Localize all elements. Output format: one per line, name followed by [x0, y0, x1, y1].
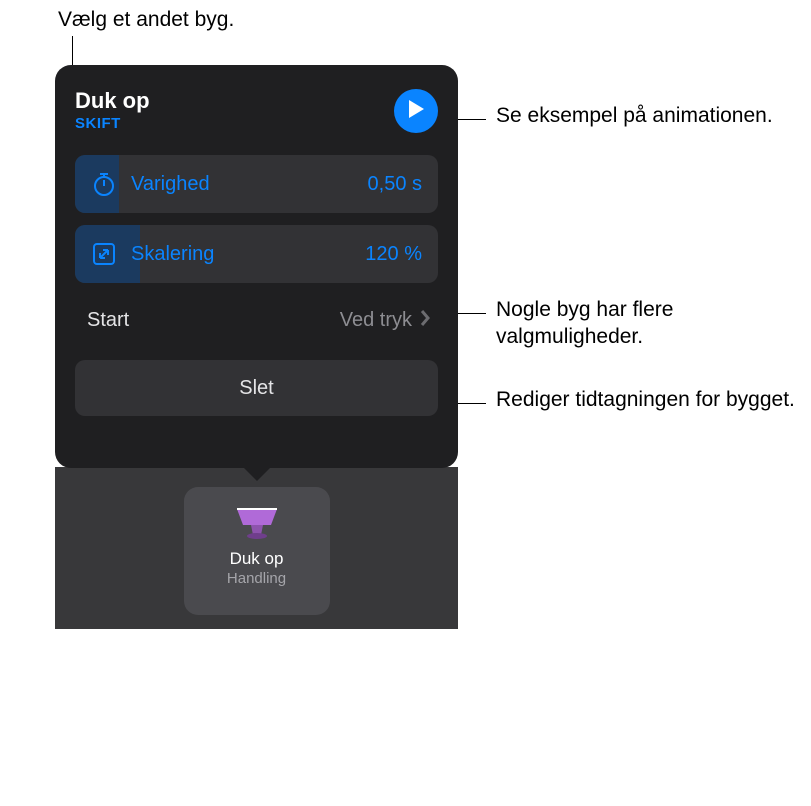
play-icon: [407, 99, 425, 124]
callout-choose-other-build: Vælg et andet byg.: [58, 6, 234, 33]
callout-text: Nogle byg har flere valgmuligheder.: [496, 298, 673, 348]
start-timing-row[interactable]: Start Ved tryk: [75, 295, 438, 346]
delete-button[interactable]: Slet: [75, 360, 438, 416]
callout-edit-timing: Rediger tidtagningen for bygget.: [496, 386, 806, 413]
scale-label: Skalering: [131, 243, 365, 266]
preview-play-button[interactable]: [394, 89, 438, 133]
scale-value: 120 %: [365, 243, 422, 266]
change-build-button[interactable]: SKIFT: [75, 115, 150, 132]
callout-text: Rediger tidtagningen for bygget.: [496, 388, 795, 411]
popup-title-block: Duk op SKIFT: [75, 89, 150, 132]
build-options-popup: Duk op SKIFT: [55, 65, 458, 468]
popup-title: Duk op: [75, 89, 150, 113]
duration-row[interactable]: Varighed 0,50 s: [75, 155, 438, 213]
duration-value: 0,50 s: [368, 173, 422, 196]
popup-header: Duk op SKIFT: [75, 89, 438, 133]
delete-label: Slet: [239, 377, 273, 400]
callout-text: Se eksempel på animationen.: [496, 104, 773, 127]
scale-row[interactable]: Skalering 120 %: [75, 225, 438, 283]
callout-text: Vælg et andet byg.: [58, 8, 234, 31]
duration-label: Varighed: [131, 173, 368, 196]
start-value: Ved tryk: [340, 309, 412, 332]
lamp-icon: [231, 499, 283, 541]
device-area: Duk op SKIFT: [55, 65, 458, 629]
build-card-title: Duk op: [230, 549, 284, 569]
callout-preview-animation: Se eksempel på animationen.: [496, 102, 796, 129]
build-card[interactable]: Duk op Handling: [184, 487, 330, 615]
chevron-right-icon: [420, 309, 430, 332]
build-card-subtitle: Handling: [227, 570, 286, 587]
bottom-strip: Duk op Handling: [55, 467, 458, 629]
callout-more-options: Nogle byg har flere valgmuligheder.: [496, 296, 796, 351]
start-label: Start: [87, 309, 340, 332]
scale-icon: [91, 241, 117, 267]
stopwatch-icon: [91, 171, 117, 197]
